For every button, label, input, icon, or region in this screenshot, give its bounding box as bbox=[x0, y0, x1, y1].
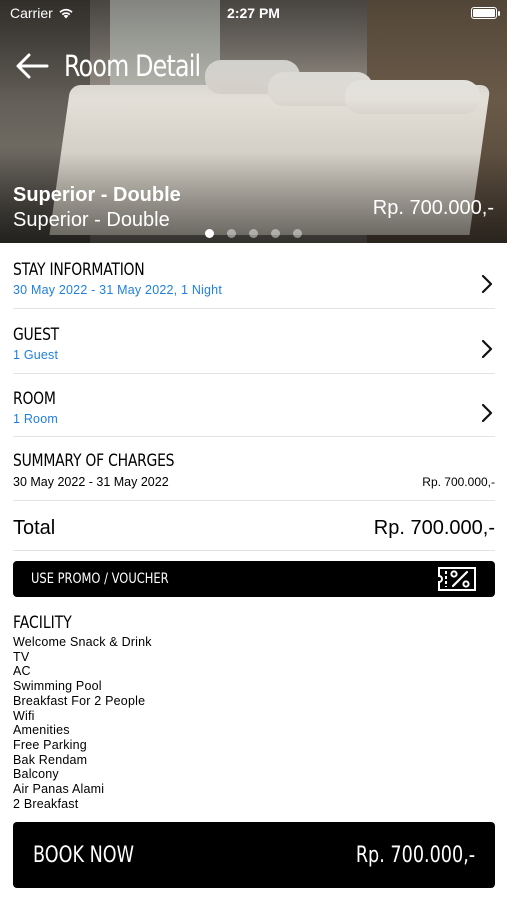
facility-item: Swimming Pool bbox=[13, 679, 102, 694]
page-title: Room Detail bbox=[64, 49, 201, 83]
summary-dates: 30 May 2022 - 31 May 2022 bbox=[13, 475, 169, 489]
room-price: Rp. 700.000,- bbox=[372, 197, 494, 219]
carousel-page-indicator[interactable] bbox=[0, 229, 507, 238]
facility-item: AC bbox=[13, 664, 31, 679]
carousel-dot-5[interactable] bbox=[293, 229, 302, 238]
facility-list: Welcome Snack & Drink TV AC Swimming Poo… bbox=[13, 635, 152, 811]
book-now-label: BOOK NOW bbox=[33, 842, 135, 868]
chevron-right-icon bbox=[481, 274, 493, 294]
status-time: 2:27 PM bbox=[227, 5, 280, 21]
stay-information-row[interactable]: STAY INFORMATION 30 May 2022 - 31 May 20… bbox=[13, 260, 495, 309]
facility-item: 2 Breakfast bbox=[13, 796, 79, 811]
total-amount: Rp. 700.000,- bbox=[373, 516, 495, 539]
facility-section: FACILITY Welcome Snack & Drink TV AC Swi… bbox=[13, 613, 152, 811]
facility-item: Air Panas Alami bbox=[13, 782, 105, 797]
guest-value: 1 Guest bbox=[13, 348, 59, 362]
book-now-button[interactable]: BOOK NOW Rp. 700.000,- bbox=[13, 822, 495, 888]
book-now-price: Rp. 700.000,- bbox=[355, 842, 475, 868]
back-button[interactable] bbox=[14, 48, 50, 84]
facility-item: Bak Rendam bbox=[13, 752, 88, 767]
summary-amount: Rp. 700.000,- bbox=[422, 475, 495, 489]
carousel-dot-4[interactable] bbox=[271, 229, 280, 238]
summary-label: SUMMARY OF CHARGES bbox=[13, 451, 175, 471]
facility-item: Welcome Snack & Drink bbox=[13, 635, 152, 649]
chevron-right-icon bbox=[481, 339, 493, 359]
summary-line: 30 May 2022 - 31 May 2022 Rp. 700.000,- bbox=[13, 475, 495, 489]
total-label: Total bbox=[13, 516, 56, 539]
stay-information-label: STAY INFORMATION bbox=[13, 260, 145, 280]
summary-of-charges: SUMMARY OF CHARGES 30 May 2022 - 31 May … bbox=[13, 451, 495, 501]
chevron-right-icon bbox=[481, 403, 493, 422]
carousel-dot-2[interactable] bbox=[227, 229, 236, 238]
guest-row[interactable]: GUEST 1 Guest bbox=[13, 325, 495, 374]
room-value: 1 Room bbox=[13, 412, 58, 426]
facility-item: TV bbox=[13, 649, 30, 664]
room-row[interactable]: ROOM 1 Room bbox=[13, 389, 495, 437]
facility-item: Amenities bbox=[13, 723, 70, 738]
stay-information-value: 30 May 2022 - 31 May 2022, 1 Night bbox=[13, 283, 223, 297]
promo-voucher-button[interactable]: USE PROMO / VOUCHER bbox=[13, 561, 495, 597]
room-name: Superior - Double bbox=[13, 184, 181, 206]
facility-item: Balcony bbox=[13, 767, 59, 782]
total-row: Total Rp. 700.000,- bbox=[13, 506, 495, 551]
room-label: ROOM bbox=[13, 389, 56, 409]
promo-voucher-label: USE PROMO / VOUCHER bbox=[31, 571, 169, 587]
facility-item: Breakfast For 2 People bbox=[13, 693, 146, 708]
guest-label: GUEST bbox=[13, 325, 59, 345]
voucher-percent-icon bbox=[438, 567, 476, 591]
nav-bar: Room Detail bbox=[14, 48, 230, 84]
battery-icon bbox=[471, 7, 500, 19]
facility-item: Wifi bbox=[13, 708, 35, 723]
facility-label: FACILITY bbox=[13, 613, 72, 633]
carousel-dot-3[interactable] bbox=[249, 229, 258, 238]
facility-item: Free Parking bbox=[13, 737, 87, 752]
carousel-dot-1[interactable] bbox=[205, 229, 214, 238]
arrow-left-icon bbox=[16, 53, 49, 79]
status-bar: Carrier 2:27 PM bbox=[0, 0, 507, 28]
